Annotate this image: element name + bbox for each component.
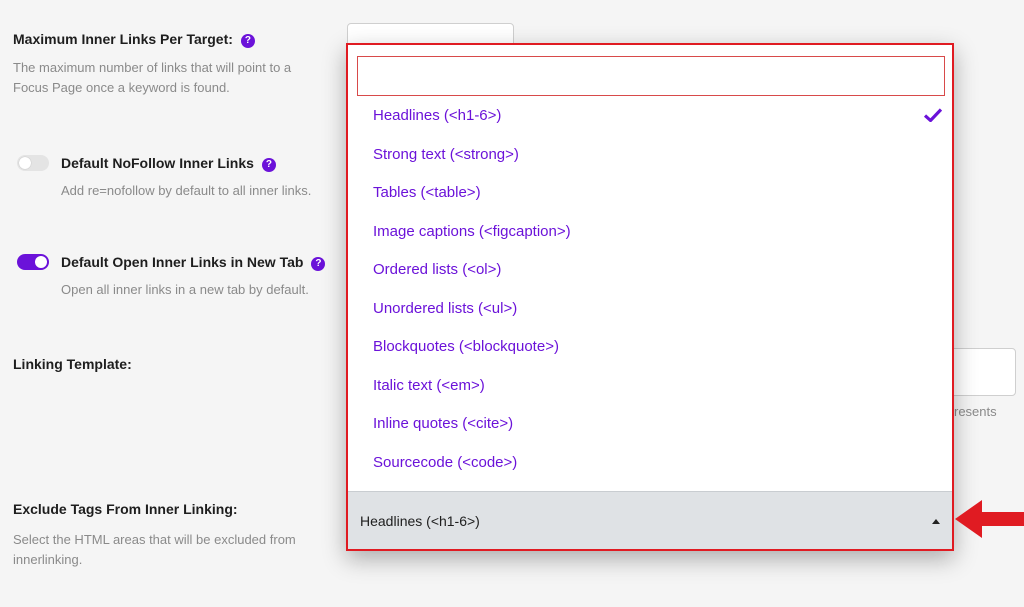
dropdown-selected-value: Headlines (<h1-6>) xyxy=(360,513,480,529)
dropdown-option[interactable]: Headlines (<h1-6>) xyxy=(348,97,952,136)
option-label: Blockquotes (<blockquote>) xyxy=(373,338,559,355)
nofollow-label: Default NoFollow Inner Links? xyxy=(61,155,276,172)
option-label: Strong text (<strong>) xyxy=(373,145,519,163)
help-icon[interactable]: ? xyxy=(240,34,255,48)
dropdown-option[interactable]: Ordered lists (<ol>) xyxy=(348,251,952,290)
dropdown-options-list: Headlines (<h1-6>) Strong text (<strong>… xyxy=(348,97,952,482)
option-label: Headlines (<h1-6>) xyxy=(373,107,502,124)
help-icon[interactable]: ? xyxy=(261,158,276,172)
checkmark-icon xyxy=(924,108,942,122)
max-links-label: Maximum Inner Links Per Target:? xyxy=(13,31,255,48)
red-arrow-left-icon xyxy=(955,500,1024,538)
option-label: Inline quotes (<cite>) xyxy=(373,415,514,432)
new-tab-toggle[interactable] xyxy=(17,254,49,270)
dropdown-option[interactable]: Blockquotes (<blockquote>) xyxy=(348,328,952,367)
max-links-description: The maximum number of links that will po… xyxy=(13,58,291,98)
dropdown-option[interactable]: Tables (<table>) xyxy=(348,174,952,213)
max-links-label-text: Maximum Inner Links Per Target: xyxy=(13,31,233,47)
max-links-description-line1: The maximum number of links that will po… xyxy=(13,60,292,75)
option-label: Image captions (<figcaption>) xyxy=(373,222,571,240)
caret-up-icon[interactable] xyxy=(932,519,940,524)
linking-template-label: Linking Template: xyxy=(13,356,132,372)
exclude-tags-label: Exclude Tags From Inner Linking: xyxy=(13,501,238,517)
dropdown-search-input[interactable] xyxy=(357,56,945,96)
dropdown-selected-bar[interactable]: Headlines (<h1-6>) xyxy=(348,491,952,549)
nofollow-description: Add re=nofollow by default to all inner … xyxy=(61,183,312,198)
max-links-description-line2: Focus Page once a keyword is found. xyxy=(13,80,230,95)
dropdown-option[interactable]: Unordered lists (<ul>) xyxy=(348,290,952,329)
new-tab-description: Open all inner links in a new tab by def… xyxy=(61,282,309,297)
option-label: Sourcecode (<code>) xyxy=(373,453,518,471)
help-icon[interactable]: ? xyxy=(311,257,326,271)
toggle-knob xyxy=(19,157,31,169)
linking-template-description: resents xyxy=(954,404,997,419)
dropdown-option[interactable]: Italic text (<em>) xyxy=(348,367,952,406)
option-label: Italic text (<em>) xyxy=(373,376,485,394)
dropdown-option[interactable]: Image captions (<figcaption>) xyxy=(348,213,952,252)
option-label: Tables (<table>) xyxy=(373,184,481,201)
exclude-tags-dropdown[interactable]: Headlines (<h1-6>) Strong text (<strong>… xyxy=(346,43,954,551)
dropdown-option[interactable]: Sourcecode (<code>) xyxy=(348,444,952,483)
dropdown-option[interactable]: Inline quotes (<cite>) xyxy=(348,405,952,444)
exclude-tags-description: Select the HTML areas that will be exclu… xyxy=(13,530,296,570)
nofollow-label-text: Default NoFollow Inner Links xyxy=(61,155,254,171)
new-tab-label-text: Default Open Inner Links in New Tab xyxy=(61,254,304,270)
option-label: Ordered lists (<ol>) xyxy=(373,261,502,278)
option-label: Unordered lists (<ul>) xyxy=(373,299,518,317)
new-tab-label: Default Open Inner Links in New Tab? xyxy=(61,254,326,271)
exclude-tags-description-line1: Select the HTML areas that will be exclu… xyxy=(13,532,296,547)
exclude-tags-description-line2: innerlinking. xyxy=(13,552,83,567)
nofollow-toggle[interactable] xyxy=(17,155,49,171)
toggle-knob xyxy=(35,256,47,268)
dropdown-option[interactable]: Strong text (<strong>) xyxy=(348,136,952,175)
